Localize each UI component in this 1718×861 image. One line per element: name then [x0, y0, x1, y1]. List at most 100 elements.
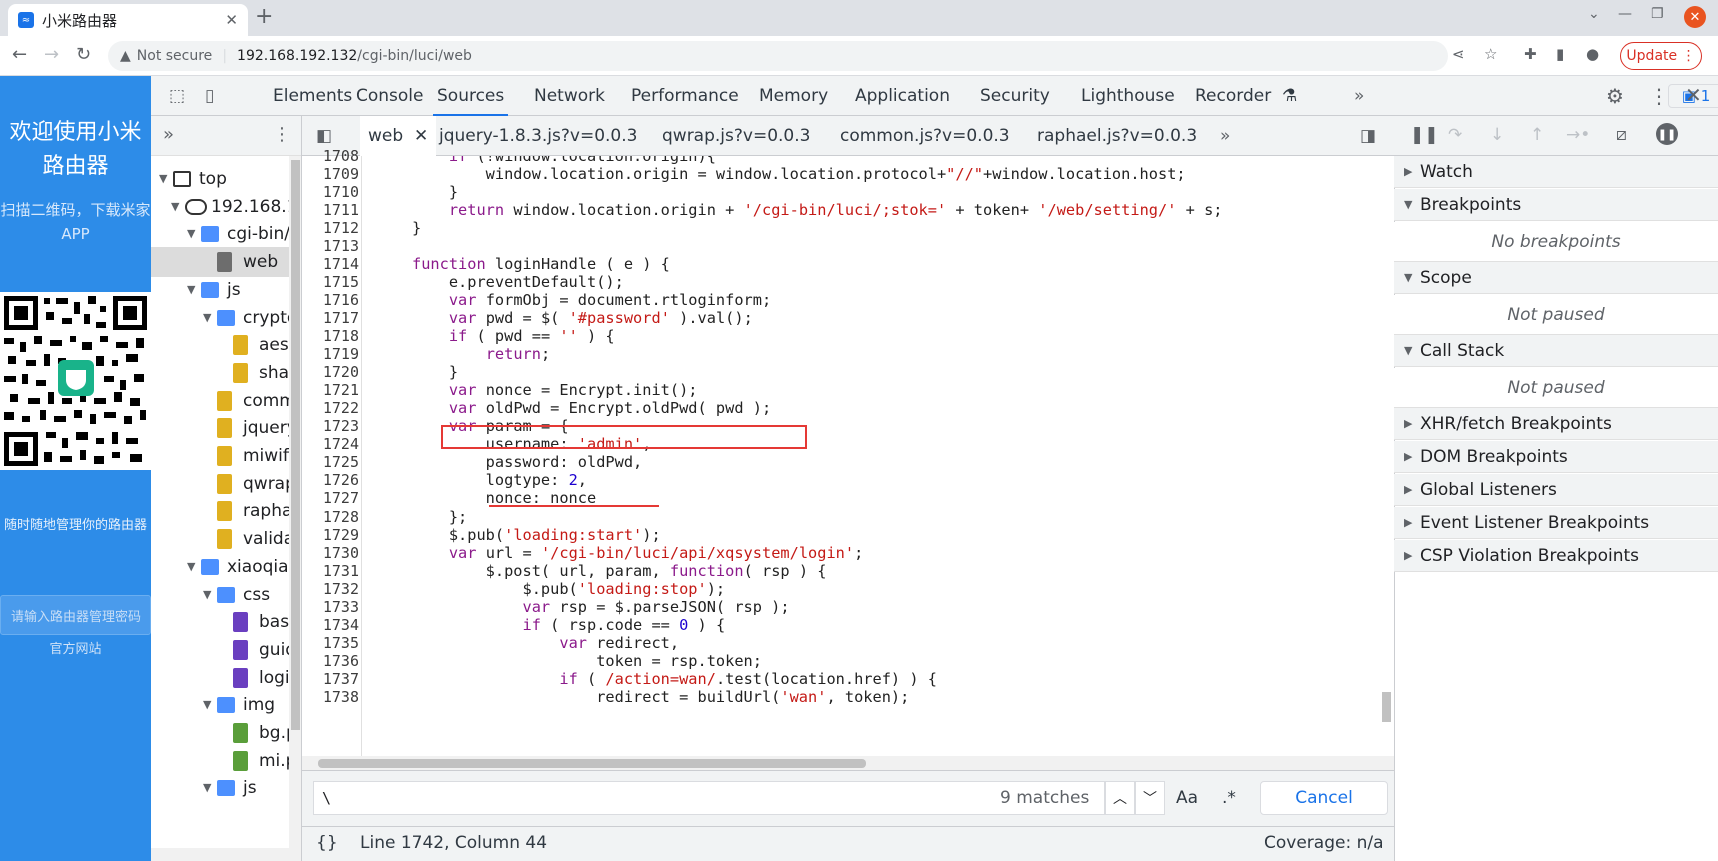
debugger-section-header[interactable]: ▶ Watch: [1394, 156, 1718, 188]
collapsed-triangle-icon[interactable]: ▶: [1404, 156, 1412, 188]
more-editor-tabs-icon[interactable]: »: [1220, 116, 1230, 156]
side-panel-icon[interactable]: ▮: [1556, 45, 1564, 63]
navigator-item[interactable]: ▼ img: [151, 690, 301, 720]
settings-gear-icon[interactable]: ⚙: [1606, 84, 1624, 108]
deactivate-breakpoints-icon[interactable]: ⧄: [1616, 125, 1627, 145]
editor-tab-common[interactable]: common.js?v=0.0.3: [840, 116, 1010, 156]
debugger-section-header[interactable]: ▶ DOM Breakpoints: [1394, 441, 1718, 473]
more-options-icon[interactable]: ⋮: [1649, 84, 1669, 108]
line-number[interactable]: 1712: [302, 219, 359, 239]
navigator-item[interactable]: web: [151, 247, 301, 278]
line-number[interactable]: 1710: [302, 183, 359, 203]
minimize-icon[interactable]: —: [1618, 6, 1632, 22]
line-number[interactable]: 1722: [302, 399, 359, 419]
reload-icon[interactable]: ↻: [76, 44, 91, 65]
bookmark-star-icon[interactable]: ☆: [1484, 45, 1497, 63]
debugger-section-header[interactable]: ▼ Scope: [1394, 262, 1718, 294]
line-number[interactable]: 1713: [302, 237, 359, 257]
line-number[interactable]: 1715: [302, 273, 359, 293]
expanded-triangle-icon[interactable]: ▼: [1404, 189, 1412, 221]
cancel-search-button[interactable]: Cancel: [1260, 781, 1388, 815]
security-label[interactable]: Not secure: [137, 48, 213, 64]
profile-avatar-icon[interactable]: ●: [1586, 45, 1599, 63]
collapsed-triangle-icon[interactable]: ▶: [1404, 408, 1412, 440]
expand-triangle-icon[interactable]: ▼: [187, 219, 195, 249]
line-number[interactable]: 1721: [302, 381, 359, 401]
search-input[interactable]: \: [313, 781, 1105, 815]
navigator-item[interactable]: login.css: [151, 663, 301, 693]
tab-lighthouse[interactable]: Lighthouse: [1081, 76, 1175, 116]
line-number[interactable]: 1711: [302, 201, 359, 221]
editor-tab-web[interactable]: web ✕: [360, 116, 437, 156]
step-into-icon[interactable]: ↓: [1490, 125, 1504, 145]
line-number[interactable]: 1724: [302, 435, 359, 455]
more-tabs-chevron-icon[interactable]: »: [1354, 76, 1364, 116]
line-number[interactable]: 1727: [302, 489, 359, 509]
toggle-debugger-icon[interactable]: ◨: [1360, 116, 1376, 156]
line-number[interactable]: 1723: [302, 417, 359, 437]
line-number[interactable]: 1731: [302, 562, 359, 582]
expand-triangle-icon[interactable]: ▼: [203, 773, 211, 803]
line-number[interactable]: 1720: [302, 363, 359, 383]
debugger-section-header[interactable]: ▶ XHR/fetch Breakpoints: [1394, 408, 1718, 440]
line-number[interactable]: 1716: [302, 291, 359, 311]
expand-triangle-icon[interactable]: ▼: [203, 690, 211, 720]
line-number[interactable]: 1733: [302, 598, 359, 618]
line-number[interactable]: 1730: [302, 544, 359, 564]
navigator-item[interactable]: ▼ top: [151, 164, 301, 194]
more-navigator-tabs-icon[interactable]: »: [163, 124, 174, 145]
line-number[interactable]: 1729: [302, 526, 359, 546]
navigator-menu-icon[interactable]: ⋮: [273, 124, 291, 145]
back-icon[interactable]: ←: [12, 44, 27, 65]
navigator-item[interactable]: ▼ js: [151, 773, 301, 803]
collapsed-triangle-icon[interactable]: ▶: [1404, 540, 1412, 572]
line-number[interactable]: 1718: [302, 327, 359, 347]
tab-recorder[interactable]: Recorder: [1195, 76, 1271, 116]
navigator-item[interactable]: jquery-1.8.3.js: [151, 413, 301, 443]
expand-triangle-icon[interactable]: ▼: [171, 192, 179, 222]
navigator-item[interactable]: ▼ js: [151, 275, 301, 305]
navigator-item[interactable]: ▼cgi-bin/luci: [151, 219, 301, 249]
step-over-icon[interactable]: ↷: [1448, 125, 1462, 145]
navigator-hscroll[interactable]: [151, 848, 301, 861]
line-number[interactable]: 1726: [302, 471, 359, 491]
close-tab-icon[interactable]: ✕: [414, 126, 428, 146]
line-number[interactable]: 1735: [302, 634, 359, 654]
navigator-item[interactable]: base.css: [151, 607, 301, 637]
expand-triangle-icon[interactable]: ▼: [203, 580, 211, 610]
line-number[interactable]: 1717: [302, 309, 359, 329]
navigator-item[interactable]: qwrap.js: [151, 469, 301, 499]
tab-memory[interactable]: Memory: [759, 76, 828, 116]
line-number[interactable]: 1728: [302, 508, 359, 528]
debugger-section-header[interactable]: ▶ Global Listeners: [1394, 474, 1718, 506]
expanded-triangle-icon[interactable]: ▼: [1404, 262, 1412, 294]
navigator-item[interactable]: validate.js: [151, 524, 301, 554]
omnibox[interactable]: ▲ Not secure | 192.168.192.132 /cgi-bin/…: [108, 41, 1448, 71]
navigator-item[interactable]: mi.png: [151, 746, 301, 776]
collapsed-triangle-icon[interactable]: ▶: [1404, 441, 1412, 473]
navigator-item[interactable]: guide.css: [151, 635, 301, 665]
editor-hscroll-thumb[interactable]: [318, 759, 866, 768]
tab-search-chevron-icon[interactable]: ⌄: [1588, 6, 1600, 22]
tab-console[interactable]: Console: [356, 76, 424, 116]
navigator-item[interactable]: ▼ crypto: [151, 303, 301, 333]
navigator-item[interactable]: sha1.js: [151, 358, 301, 388]
line-number[interactable]: 1708: [302, 147, 359, 167]
debugger-section-header[interactable]: ▶ Event Listener Breakpoints: [1394, 507, 1718, 539]
debugger-section-header[interactable]: ▼ Breakpoints: [1394, 189, 1718, 221]
router-password-input[interactable]: 请输入路由器管理密码: [0, 595, 151, 635]
pretty-print-button[interactable]: {}: [316, 833, 338, 853]
navigator-item[interactable]: bg.png: [151, 718, 301, 748]
maximize-icon[interactable]: ❐: [1651, 6, 1664, 22]
browser-tab[interactable]: ≈ 小米路由器 ✕: [8, 4, 248, 36]
match-case-button[interactable]: Aa: [1176, 788, 1198, 808]
step-out-icon[interactable]: ↑: [1530, 125, 1544, 145]
next-match-chevron-down-icon[interactable]: ﹀: [1135, 781, 1165, 815]
editor-vscroll[interactable]: [1380, 156, 1394, 756]
line-number-gutter[interactable]: 1708 1709 1710 1711 1712 1713 1714 1715 1716 1717…: [302, 147, 362, 756]
line-number[interactable]: 1732: [302, 580, 359, 600]
tab-network[interactable]: Network: [534, 76, 605, 116]
line-number[interactable]: 1737: [302, 670, 359, 690]
previous-match-chevron-up-icon[interactable]: ︿: [1105, 781, 1135, 815]
close-devtools-icon[interactable]: ✕: [1685, 83, 1702, 107]
